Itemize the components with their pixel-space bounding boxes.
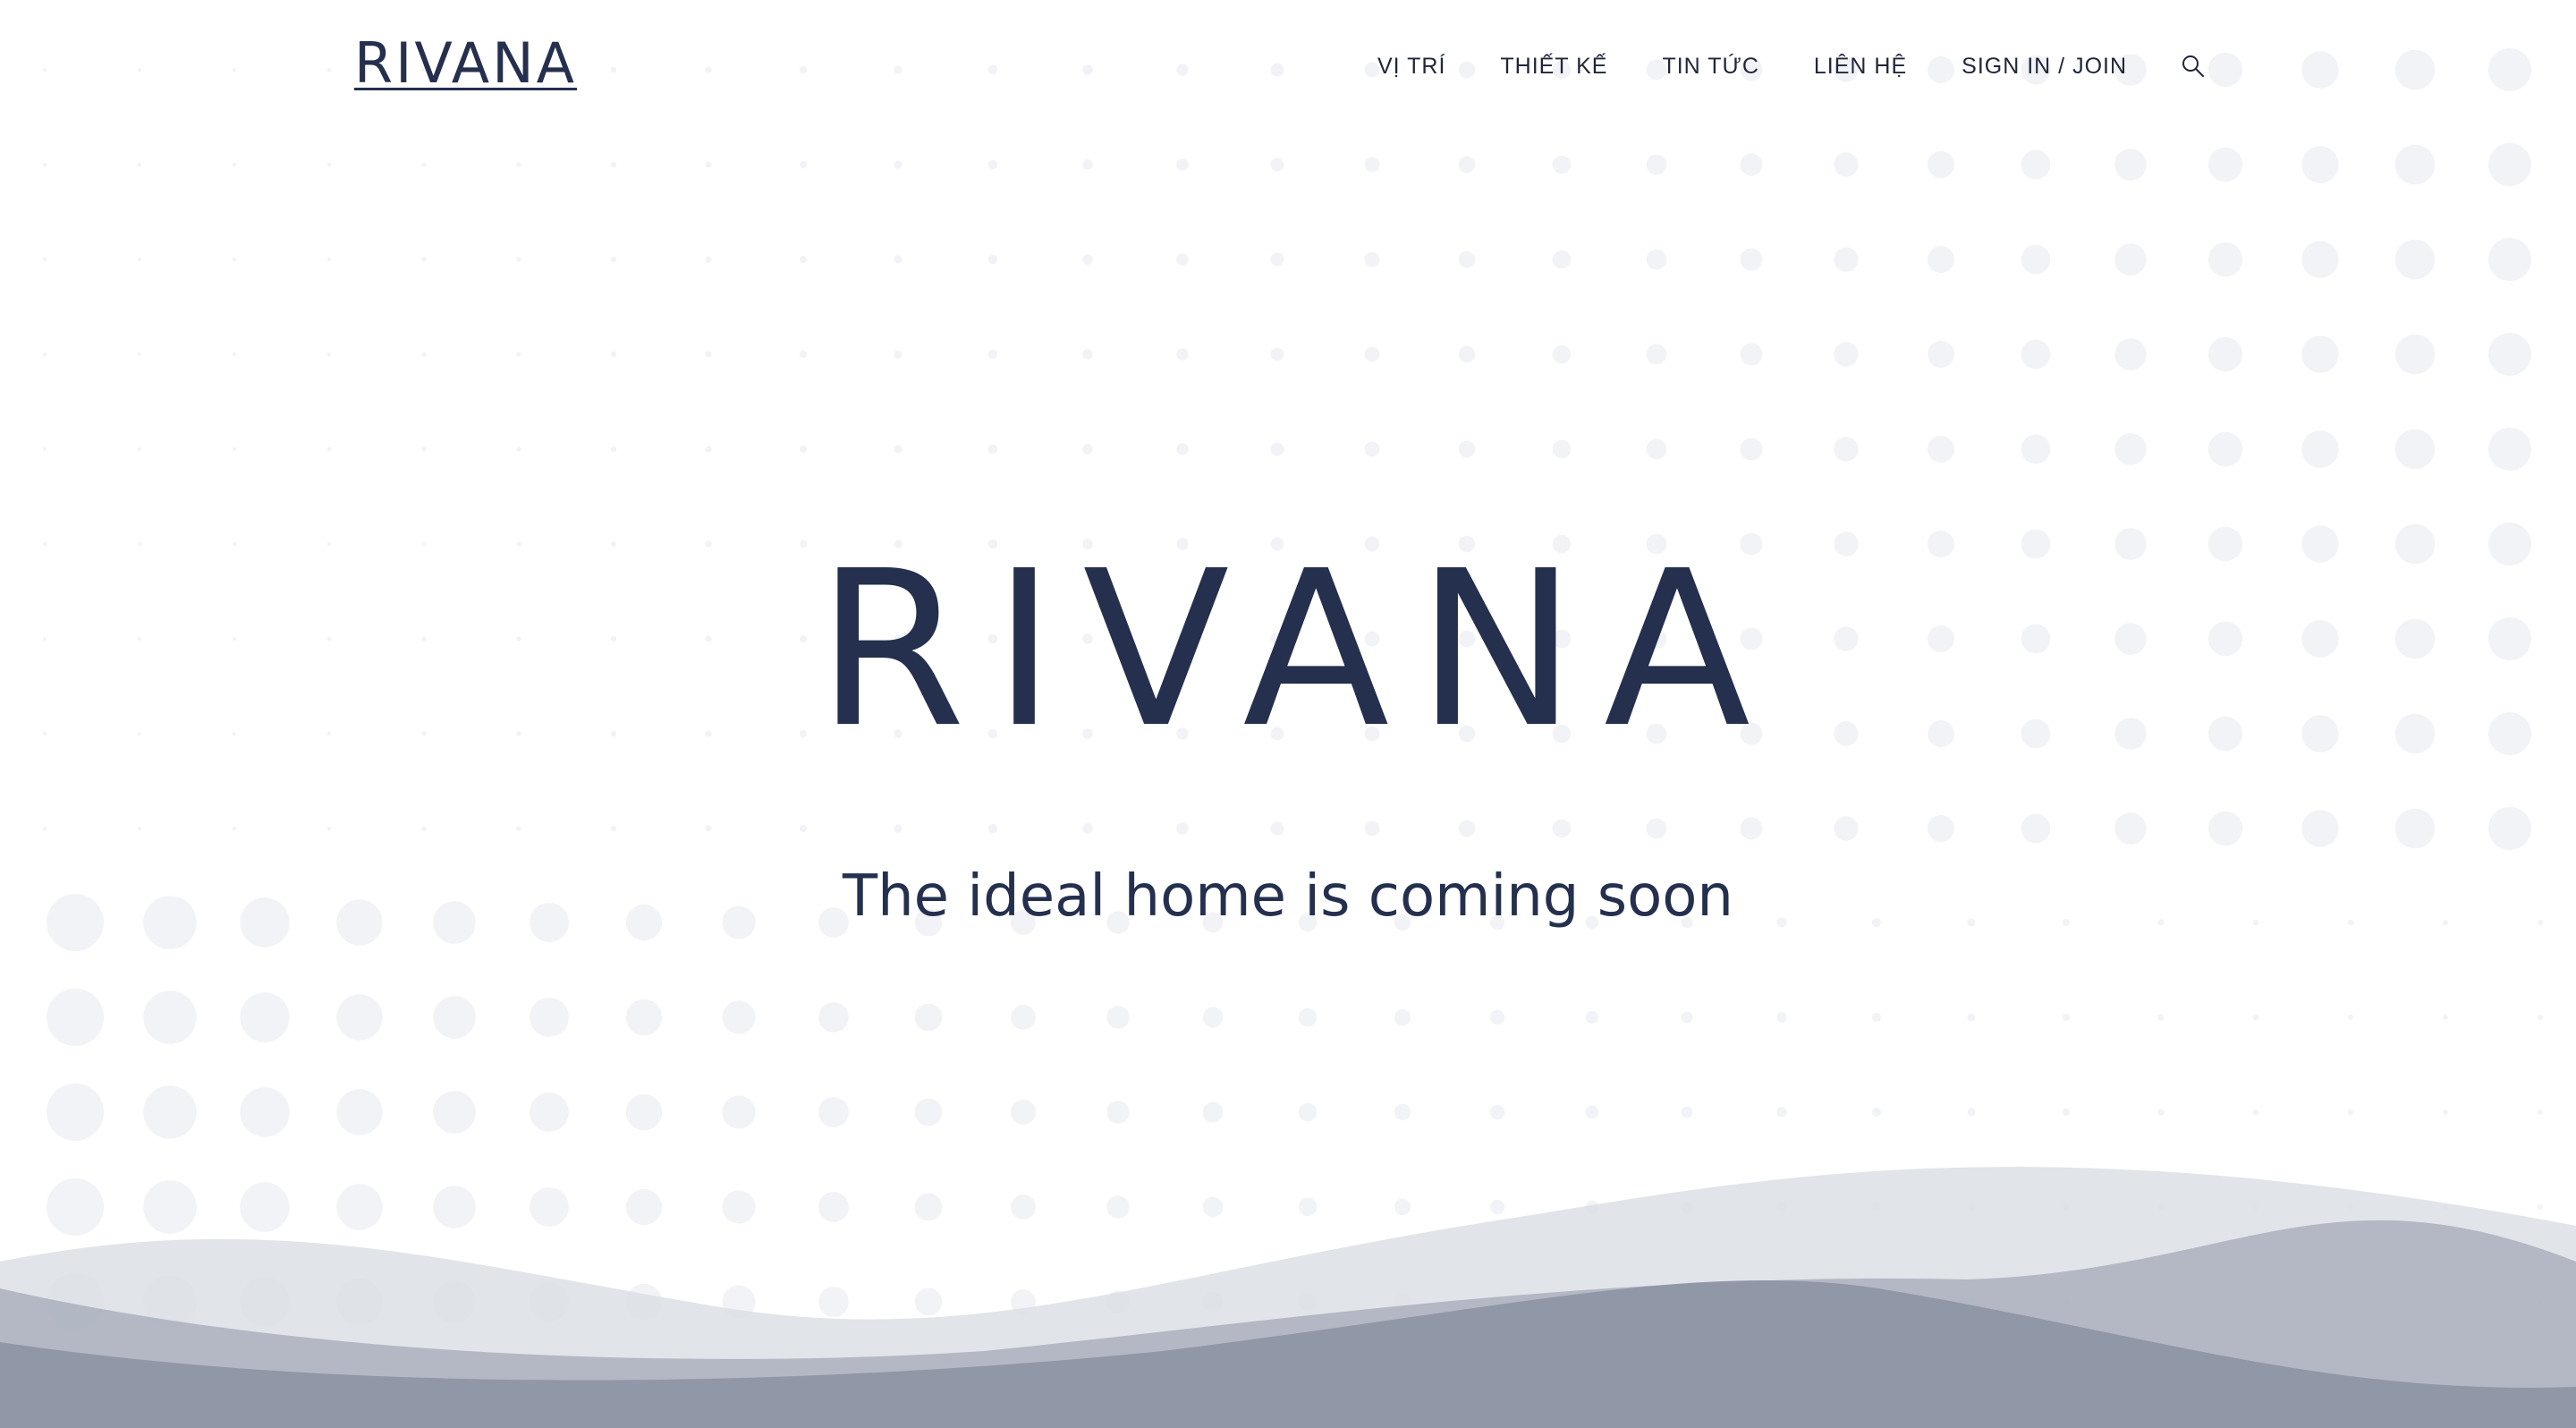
wave-decoration xyxy=(0,1167,2576,1428)
nav-item-thiet-ke[interactable]: THIẾT KẾ xyxy=(1500,54,1607,80)
logo-link[interactable]: RIVANA xyxy=(354,30,577,96)
hero-title: RIVANA xyxy=(816,524,1778,775)
hero-subtitle: The ideal home is coming soon xyxy=(843,863,1733,930)
main-nav: VỊ TRÍ THIẾT KẾ TIN TỨC LIÊN HỆ SIGN IN … xyxy=(1377,48,2206,84)
site-header: RIVANA VỊ TRÍ THIẾT KẾ TIN TỨC LIÊN HỆ S… xyxy=(0,0,2576,134)
search-icon[interactable] xyxy=(2181,54,2206,79)
nav-item-vi-tri[interactable]: VỊ TRÍ xyxy=(1377,54,1445,80)
nav-item-lien-he[interactable]: LIÊN HỆ xyxy=(1814,54,1907,80)
nav-item-tin-tuc[interactable]: TIN TỨC xyxy=(1662,54,1758,80)
page: RIVANA VỊ TRÍ THIẾT KẾ TIN TỨC LIÊN HỆ S… xyxy=(0,0,2576,1428)
nav-item-sign-in-join[interactable]: SIGN IN / JOIN xyxy=(1962,54,2127,80)
